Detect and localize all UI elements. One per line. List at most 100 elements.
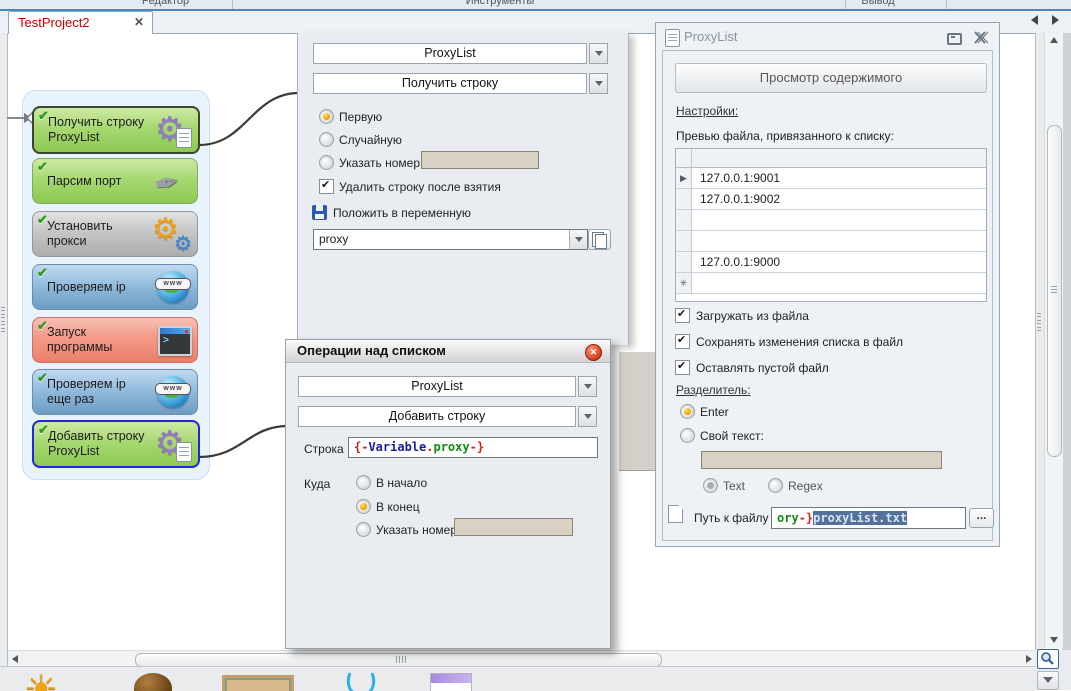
radio-random-line[interactable] [319,132,334,147]
checkbox-save-changes[interactable] [675,333,690,349]
checkbox-keep-empty-file[interactable] [675,359,690,375]
grid-row[interactable]: ▶ 127.0.0.1:9001 [676,168,986,189]
radio-to-begin[interactable] [356,475,371,490]
action-block-get-line[interactable]: ✔ Получить строку ProxyList ⚙ [32,106,200,154]
radio-line-number[interactable] [319,155,334,170]
left-splitter[interactable] [0,33,8,690]
view-options-button[interactable] [1037,671,1059,690]
gears-icon: ⚙ ⚙ [152,213,192,255]
zoom-button[interactable] [1037,649,1059,669]
position-number-input[interactable] [454,518,573,536]
grid-header-row [676,149,986,168]
radio-text-mode[interactable] [703,478,718,493]
radio-to-end[interactable] [356,499,371,514]
radio-enter-separator[interactable] [680,404,695,419]
action-block-check-ip[interactable]: ✔ Проверяем ip www [32,264,198,310]
dialog-title: Операции над списком [297,343,446,358]
gear-document-icon: ⚙ [155,112,193,148]
purple-document-icon[interactable] [430,673,472,691]
checkbox-delete-after-take[interactable] [319,178,334,194]
chevron-down-icon [578,406,597,427]
scroll-left-icon[interactable] [8,651,21,667]
gear-document-icon: ⚙ [155,426,193,462]
line-number-input[interactable] [421,151,539,169]
custom-separator-input[interactable] [701,451,942,469]
success-check-icon: ✔ [37,318,48,333]
scroll-down-icon[interactable] [1045,633,1063,648]
grid-new-row[interactable]: ✳ [676,273,986,294]
selected-text: proxyList.txt [813,511,908,525]
success-check-icon: ✔ [37,159,48,174]
action-block-run-program[interactable]: ✔ Запуск программы > [32,317,198,363]
chevron-down-icon [589,43,608,64]
chevron-down-icon [589,73,608,94]
new-row-marker-icon: ✳ [676,273,692,293]
action-block-parse-port[interactable]: ✔ Парсим порт ✒ [32,158,198,204]
radio-regex-mode[interactable] [768,478,783,493]
list-select-dropdown[interactable]: ProxyList [313,43,608,64]
file-icon [668,505,683,523]
bottom-toolbar: ☀ [0,666,1035,691]
bird-icon[interactable] [134,673,172,691]
view-contents-button[interactable]: Просмотр содержимого [675,63,987,93]
radio-custom-separator[interactable] [680,428,695,443]
action-block-check-ip-again[interactable]: ✔ Проверяем ip еще раз www [32,369,198,415]
success-check-icon: ✔ [38,422,49,437]
ribbon-divider [946,0,947,9]
tweezers-icon[interactable] [342,671,386,691]
settings-link[interactable]: Настройки: [676,104,738,118]
radio-first-line[interactable] [319,109,334,124]
sun-gear-icon[interactable]: ☀ [24,671,58,691]
radio-to-number[interactable] [356,522,371,537]
ribbon-group-output: Вывод [861,0,895,7]
success-check-icon: ✔ [37,265,48,280]
preview-label: Превью файла, привязанного к списку: [676,129,894,143]
grid-row[interactable] [676,210,986,231]
grid-row[interactable]: 127.0.0.1:9000 [676,252,986,273]
action-select-dropdown[interactable]: Добавить строку [298,406,597,427]
window-edge [1062,33,1071,690]
file-path-input[interactable]: ory-}proxyList.txt [771,507,966,529]
current-row-marker-icon: ▶ [676,168,692,188]
grid-row[interactable]: 127.0.0.1:9002 [676,189,986,210]
action-block-add-line[interactable]: ✔ Добавить строку ProxyList ⚙ [32,420,200,468]
vertical-scrollbar-thumb[interactable] [1047,125,1062,457]
proxylist-dialog: ProxyList Просмотр содержимого Настройки… [655,22,1000,547]
globe-www-icon: www [154,374,192,410]
variable-combo[interactable]: proxy [313,229,588,250]
ribbon-divider [232,0,233,9]
dialog-title: ProxyList [684,29,738,44]
checkbox-load-from-file[interactable] [675,307,690,323]
horizontal-scrollbar[interactable] [8,650,1035,667]
dialog-titlebar[interactable]: Операции над списком ✕ [286,340,610,363]
save-variable-icon [312,205,327,220]
success-check-icon: ✔ [37,212,48,227]
line-value-input[interactable]: {-Variable.proxy-} [348,437,598,458]
horizontal-scrollbar-thumb[interactable] [135,653,662,667]
tab-testproject2[interactable]: TestProject2 ✕ [8,11,153,34]
tab-scroll-left-icon[interactable] [1031,15,1038,25]
action-select-dropdown[interactable]: Получить строку [313,73,608,94]
browse-button[interactable]: ... [969,508,994,528]
chevron-down-icon [578,376,597,397]
tab-scroll-right-icon[interactable] [1052,15,1059,25]
list-select-dropdown[interactable]: ProxyList [298,376,597,397]
copy-button[interactable] [588,229,611,250]
vertical-scrollbar[interactable] [1044,33,1063,648]
separator-link[interactable]: Разделитель: [676,383,751,397]
picture-frame-icon[interactable] [222,675,294,691]
scroll-right-icon[interactable] [1022,651,1035,667]
close-icon[interactable]: ✕ [585,344,602,361]
scroll-up-icon[interactable] [1045,33,1063,48]
ribbon-strip: Редактор Инструменты Вывод [0,0,1071,11]
tab-close-icon[interactable]: ✕ [134,15,144,29]
grid-row[interactable] [676,231,986,252]
action-block-set-proxy[interactable]: ✔ Установить прокси ⚙ ⚙ [32,211,198,257]
success-check-icon: ✔ [38,108,49,123]
close-icon[interactable] [974,31,989,44]
chevron-down-icon [569,230,587,249]
background-window-fragment [619,352,658,471]
success-check-icon: ✔ [37,370,48,385]
collapse-icon[interactable] [947,33,962,45]
right-splitter[interactable] [1035,33,1044,650]
